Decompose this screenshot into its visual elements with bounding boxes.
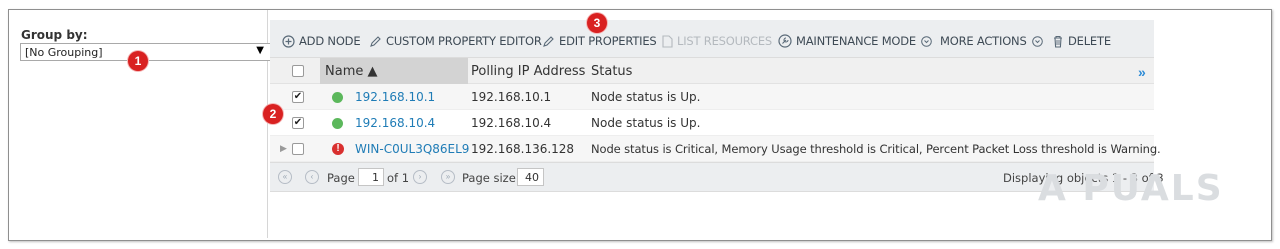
node-name-link[interactable]: 192.168.10.4 <box>355 116 435 130</box>
add-node-label: ADD NODE <box>299 34 361 48</box>
polling-ip: 192.168.10.4 <box>471 116 552 130</box>
wrench-circle-icon <box>778 34 792 48</box>
expand-arrow-icon[interactable]: ▶ <box>280 143 287 154</box>
pagination-bar: « ‹ Page 1 of 1 › » Page size 40 Display… <box>270 162 1164 192</box>
polling-ip: 192.168.136.128 <box>471 142 575 156</box>
status-up-icon <box>332 92 343 103</box>
delete-button[interactable]: DELETE <box>1052 33 1111 49</box>
plus-circle-icon <box>282 34 295 48</box>
document-icon <box>662 34 673 48</box>
prev-page-icon[interactable]: ‹ <box>305 170 319 184</box>
page-size-label: Page size <box>462 171 516 185</box>
node-status: Node status is Critical, Memory Usage th… <box>591 142 1161 156</box>
edit-properties-label: EDIT PROPERTIES <box>559 34 657 48</box>
select-all-checkbox[interactable] <box>292 65 304 77</box>
annotation-badge: 2 <box>263 104 283 124</box>
node-name-link[interactable]: WIN-C0UL3Q86EL9 <box>355 142 469 156</box>
chevron-down-circle-icon <box>921 35 932 47</box>
group-panel: Group by: [No Grouping] ▼ <box>10 10 271 238</box>
watermark-logo: A PUALS <box>1038 168 1224 209</box>
table-row[interactable]: ✔ 192.168.10.1 192.168.10.1 Node status … <box>270 84 1154 110</box>
page-input[interactable]: 1 <box>358 168 384 186</box>
node-status: Node status is Up. <box>591 90 701 104</box>
page-count: of 1 <box>387 171 410 185</box>
row-checkbox[interactable]: ✔ <box>292 91 304 103</box>
node-name-link[interactable]: 192.168.10.1 <box>355 90 435 104</box>
more-actions-button[interactable]: MORE ACTIONS <box>940 33 1047 49</box>
chevron-down-circle-icon <box>1031 35 1043 47</box>
row-checkbox[interactable] <box>292 143 304 155</box>
annotation-badge: 3 <box>587 13 607 33</box>
add-node-button[interactable]: ADD NODE <box>282 33 361 49</box>
chevron-down-icon: ▼ <box>256 45 264 56</box>
last-page-icon[interactable]: » <box>441 170 455 184</box>
maintenance-mode-button[interactable]: MAINTENANCE MODE <box>778 33 936 49</box>
table-row[interactable]: ▶ ! WIN-C0UL3Q86EL9 192.168.136.128 Node… <box>270 136 1161 162</box>
nodes-panel: ADD NODE CUSTOM PROPERTY EDITOR EDIT PRO… <box>270 20 1164 238</box>
list-resources-button[interactable]: LIST RESOURCES <box>662 33 772 49</box>
custom-property-editor-button[interactable]: CUSTOM PROPERTY EDITOR <box>369 33 542 49</box>
page-size-input[interactable]: 40 <box>517 168 544 186</box>
grid-header: Name ▲ Polling IP Address Status » <box>270 58 1154 84</box>
next-page-icon[interactable]: › <box>413 170 427 184</box>
page-label: Page <box>327 171 355 185</box>
edit-properties-button[interactable]: EDIT PROPERTIES <box>542 33 657 49</box>
more-actions-label: MORE ACTIONS <box>940 34 1027 48</box>
pencil-icon <box>543 35 554 47</box>
trash-icon <box>1054 35 1062 48</box>
row-checkbox[interactable]: ✔ <box>292 117 304 129</box>
toolbar: ADD NODE CUSTOM PROPERTY EDITOR EDIT PRO… <box>270 20 1154 58</box>
status-critical-icon: ! <box>332 143 344 155</box>
list-resources-label: LIST RESOURCES <box>677 34 773 48</box>
delete-label: DELETE <box>1068 34 1111 48</box>
pencil-icon <box>370 35 381 47</box>
first-page-icon[interactable]: « <box>278 170 292 184</box>
group-by-label: Group by: <box>21 28 88 42</box>
name-column-header[interactable]: Name ▲ <box>325 64 377 79</box>
polling-ip: 192.168.10.1 <box>471 90 552 104</box>
node-status: Node status is Up. <box>591 116 701 130</box>
maintenance-mode-label: MAINTENANCE MODE <box>796 34 916 48</box>
polling-ip-column-header[interactable]: Polling IP Address <box>471 64 585 79</box>
custom-property-editor-label: CUSTOM PROPERTY EDITOR <box>386 34 542 48</box>
status-column-header[interactable]: Status <box>591 64 632 79</box>
more-columns-icon[interactable]: » <box>1138 64 1146 80</box>
table-row[interactable]: ✔ 192.168.10.4 192.168.10.4 Node status … <box>270 110 1154 136</box>
annotation-badge: 1 <box>128 51 148 71</box>
status-up-icon <box>332 118 343 129</box>
group-by-value: [No Grouping] <box>25 46 103 59</box>
